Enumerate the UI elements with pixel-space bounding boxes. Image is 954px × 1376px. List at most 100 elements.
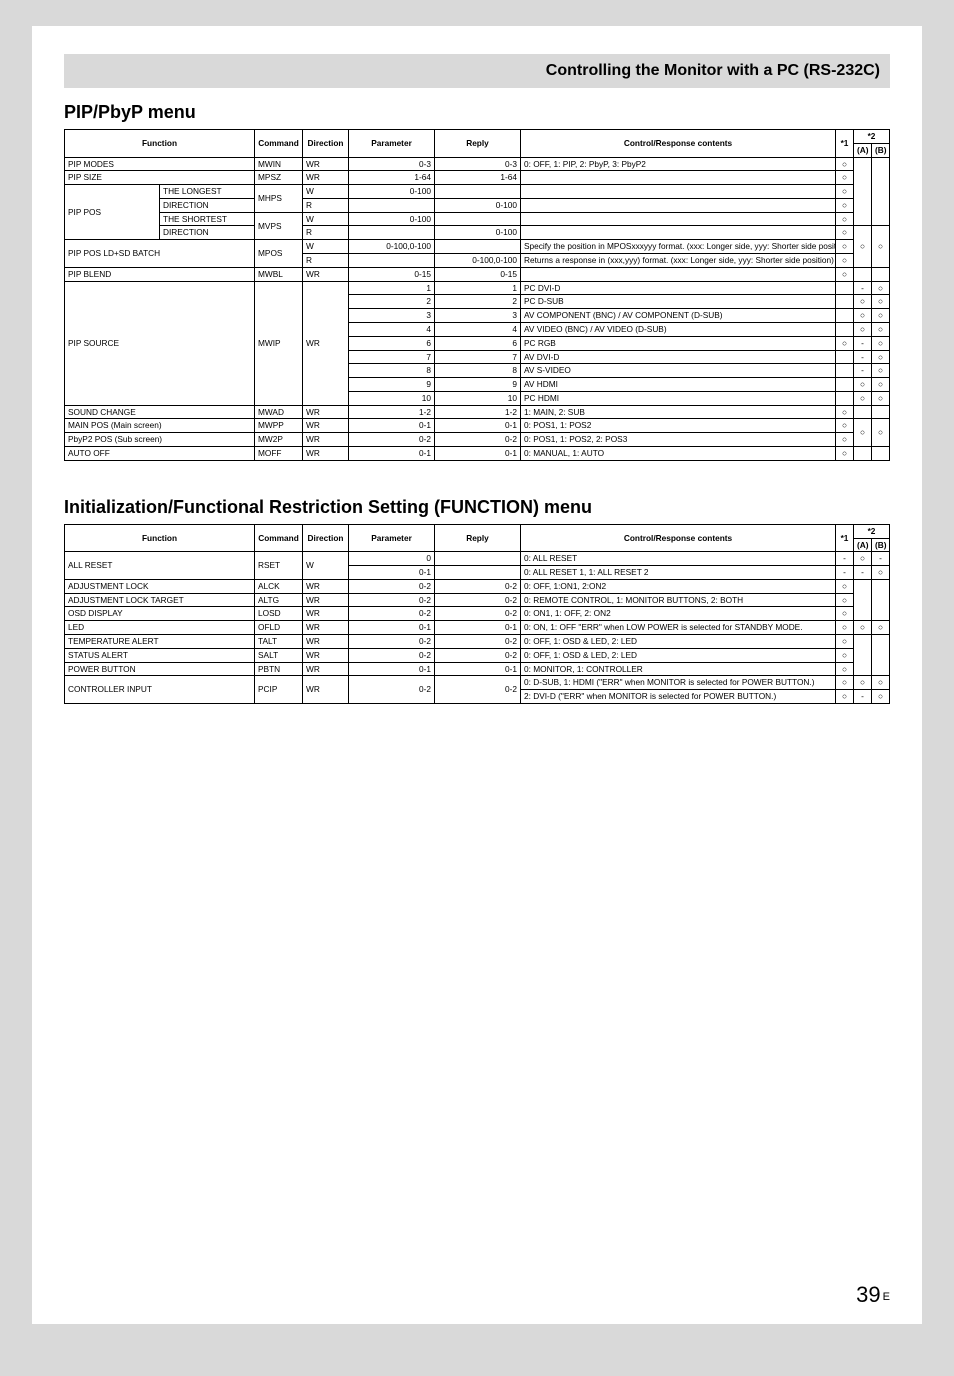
table-row: ADJUSTMENT LOCK ALCK WR 0-2 0-2 0: OFF, … <box>65 579 890 593</box>
cell: ○ <box>836 676 854 690</box>
cell: STATUS ALERT <box>65 648 255 662</box>
hdr-s1: *1 <box>836 524 854 552</box>
cell: W <box>303 212 349 226</box>
cell <box>349 254 435 268</box>
cell: 1-64 <box>349 171 435 185</box>
cell: R <box>303 254 349 268</box>
cell: 1-64 <box>435 171 521 185</box>
cell: ○ <box>854 378 872 392</box>
cell: - <box>854 281 872 295</box>
hdr-s2a: (A) <box>854 538 872 552</box>
cell: PBTN <box>255 662 303 676</box>
cell <box>521 212 836 226</box>
cell: 0-2 <box>349 579 435 593</box>
cell: 0-2 <box>435 593 521 607</box>
cell: R <box>303 198 349 212</box>
cell: WR <box>303 593 349 607</box>
cell: 7 <box>435 350 521 364</box>
page-number: 39E <box>856 1282 890 1308</box>
cell <box>349 198 435 212</box>
cell: ○ <box>854 419 872 447</box>
hdr-s2b: (B) <box>872 143 890 157</box>
cell: PIP BLEND <box>65 267 255 281</box>
hdr-s2a: (A) <box>854 143 872 157</box>
cell: AV S-VIDEO <box>521 364 836 378</box>
page-number-value: 39 <box>856 1282 880 1307</box>
cell: 0-1 <box>435 662 521 676</box>
cell: ○ <box>836 648 854 662</box>
function-menu-table: Function Command Direction Parameter Rep… <box>64 524 890 704</box>
cell: PIP SOURCE <box>65 281 255 405</box>
cell: ○ <box>854 391 872 405</box>
table-row: PIP MODES MWIN WR 0-3 0-3 0: OFF, 1: PIP… <box>65 157 890 171</box>
cell: ○ <box>854 309 872 323</box>
cell: ○ <box>872 322 890 336</box>
cell <box>854 405 872 419</box>
hdr-s2: *2 <box>854 524 890 538</box>
cell: 1-2 <box>435 405 521 419</box>
cell: WR <box>303 281 349 405</box>
cell: 1 <box>349 281 435 295</box>
cell: DIRECTION <box>160 226 255 240</box>
cell: 0-2 <box>349 676 435 704</box>
cell <box>872 405 890 419</box>
cell: - <box>854 336 872 350</box>
cell: RSET <box>255 552 303 580</box>
cell: ○ <box>836 198 854 212</box>
cell: 0-1 <box>349 566 435 580</box>
hdr-function: Function <box>65 524 255 552</box>
cell: WR <box>303 405 349 419</box>
cell <box>435 566 521 580</box>
table-row: STATUS ALERT SALT WR 0-2 0-2 0: OFF, 1: … <box>65 648 890 662</box>
cell: 10 <box>435 391 521 405</box>
hdr-command: Command <box>255 524 303 552</box>
cell: ○ <box>872 309 890 323</box>
cell: ○ <box>836 446 854 460</box>
cell <box>836 309 854 323</box>
cell: 7 <box>349 350 435 364</box>
cell: WR <box>303 676 349 704</box>
cell: 0-1 <box>435 621 521 635</box>
cell: 1-2 <box>349 405 435 419</box>
table-row: PIP POS LD+SD BATCH MPOS W 0-100,0-100 S… <box>65 240 890 254</box>
cell: R <box>303 226 349 240</box>
cell: ALL RESET <box>65 552 255 580</box>
cell: - <box>854 690 872 704</box>
cell: MWAD <box>255 405 303 419</box>
cell: ○ <box>854 295 872 309</box>
cell <box>435 552 521 566</box>
hdr-parameter: Parameter <box>349 130 435 158</box>
cell: ○ <box>872 350 890 364</box>
cell: W <box>303 552 349 580</box>
cell <box>836 378 854 392</box>
cell: CONTROLLER INPUT <box>65 676 255 704</box>
cell: OFLD <box>255 621 303 635</box>
page-suffix: E <box>883 1291 890 1303</box>
cell: ○ <box>872 690 890 704</box>
cell <box>836 322 854 336</box>
cell <box>349 226 435 240</box>
cell <box>836 391 854 405</box>
cell <box>854 446 872 460</box>
cell: ○ <box>872 226 890 267</box>
table-row: THE SHORTEST MVPS W 0-100 ○ <box>65 212 890 226</box>
cell: LED <box>65 621 255 635</box>
cell: PC DVI-D <box>521 281 836 295</box>
hdr-direction: Direction <box>303 524 349 552</box>
cell: MVPS <box>255 212 303 240</box>
cell: PCIP <box>255 676 303 704</box>
table-row: ADJUSTMENT LOCK TARGET ALTG WR 0-2 0-2 0… <box>65 593 890 607</box>
cell: ○ <box>836 579 854 593</box>
cell: ○ <box>836 336 854 350</box>
cell: 0-15 <box>349 267 435 281</box>
cell: 0: ALL RESET 1, 1: ALL RESET 2 <box>521 566 836 580</box>
cell: 0 <box>349 552 435 566</box>
cell: 2: DVI-D ("ERR" when MONITOR is selected… <box>521 690 836 704</box>
table-row: PIP BLEND MWBL WR 0-15 0-15 ○ <box>65 267 890 281</box>
cell: ○ <box>854 621 872 635</box>
cell: 0-1 <box>349 446 435 460</box>
page: Controlling the Monitor with a PC (RS-23… <box>32 26 922 1324</box>
cell: TALT <box>255 635 303 649</box>
cell: ○ <box>872 295 890 309</box>
cell: MWIN <box>255 157 303 171</box>
